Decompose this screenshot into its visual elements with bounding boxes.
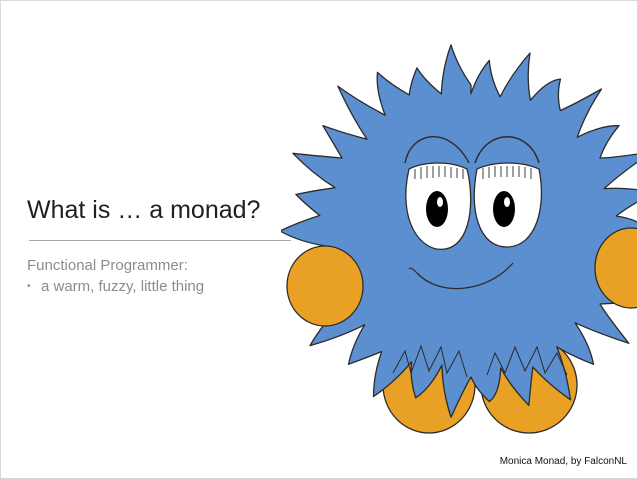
bullet-text: a warm, fuzzy, little thing xyxy=(41,278,205,295)
bullet-item: • a warm, fuzzy, little thing xyxy=(27,278,204,295)
monster-hand-left xyxy=(286,245,364,327)
image-credit: Monica Monad, by FalconNL xyxy=(493,453,629,470)
title-divider xyxy=(29,240,291,241)
bullet-list: • a warm, fuzzy, little thing xyxy=(27,278,204,295)
bullet-mark: • xyxy=(27,281,31,292)
slide-title: What is … a monad? xyxy=(27,196,261,224)
monster-pupil-shine-left xyxy=(437,197,443,207)
slide: What is … a monad? Functional Programmer… xyxy=(0,0,638,479)
monster-illustration xyxy=(281,44,637,434)
slide-subheading: Functional Programmer: xyxy=(27,257,188,274)
monster-pupil-shine-right xyxy=(504,197,510,207)
monster-pupil-left xyxy=(426,191,448,227)
monster-pupil-right xyxy=(493,191,515,227)
